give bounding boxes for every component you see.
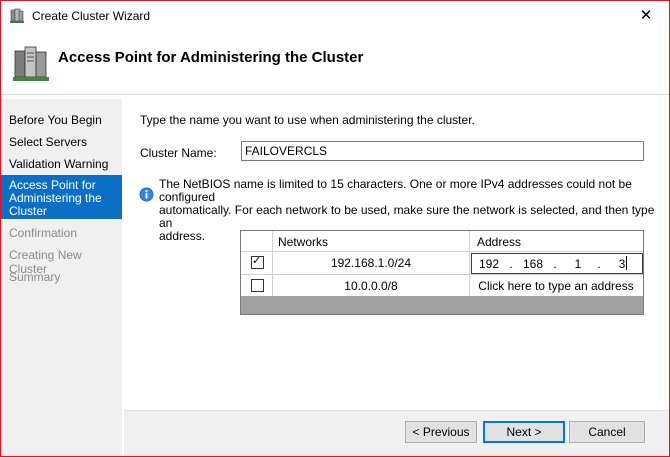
ip-separator: . (553, 257, 557, 271)
cluster-name-input[interactable] (241, 141, 644, 161)
ip-address-input[interactable]: 192 . 168 . 1 . 3 (471, 253, 643, 274)
table-row[interactable]: ✓ 192.168.1.0/24 192 . 168 . 1 . 3 (241, 252, 643, 275)
column-divider (469, 231, 470, 296)
previous-button[interactable]: < Previous (405, 421, 477, 443)
info-line: automatically. For each network to be us… (159, 203, 655, 230)
network-checkbox[interactable] (251, 279, 264, 292)
wizard-window: Create Cluster Wizard ✕ Access Point for… (0, 0, 670, 457)
address-placeholder[interactable]: Click here to type an address (471, 279, 641, 293)
ip-separator: . (597, 257, 601, 271)
cluster-name-label: Cluster Name: (140, 146, 217, 160)
text-caret (626, 256, 627, 270)
close-icon: ✕ (639, 7, 653, 24)
ip-octet[interactable]: 192 (475, 257, 503, 271)
window-title: Create Cluster Wizard (32, 9, 151, 23)
title-bar: Create Cluster Wizard ✕ (1, 1, 669, 31)
info-icon (139, 187, 154, 202)
sidebar-item-confirmation: Confirmation (9, 226, 78, 240)
ip-octet[interactable]: 168 (519, 257, 547, 271)
networks-column-header[interactable]: Networks (278, 235, 328, 249)
wizard-footer: < Previous Next > Cancel (124, 410, 669, 456)
next-button[interactable]: Next > (483, 421, 565, 443)
sidebar-item-access-point[interactable]: Access Point for Administering the Clust… (1, 175, 122, 219)
page-title: Access Point for Administering the Clust… (58, 49, 364, 66)
sidebar-item-label: Access Point for Administering the Clust… (9, 178, 102, 218)
ip-octet[interactable]: 1 (564, 257, 592, 271)
sidebar-item-summary: Summary (9, 270, 61, 284)
cluster-app-icon (10, 8, 24, 23)
ip-octet[interactable]: 3 (608, 257, 636, 271)
table-header: Networks Address (241, 231, 643, 252)
close-button[interactable]: ✕ (623, 1, 669, 31)
address-column-header[interactable]: Address (477, 235, 521, 249)
network-checkbox[interactable]: ✓ (251, 255, 264, 269)
networks-table: Networks Address ✓ 192.168.1.0/24 192 . … (240, 230, 644, 315)
sidebar-item-select-servers[interactable]: Select Servers (1, 135, 122, 149)
info-line: The NetBIOS name is limited to 15 charac… (159, 177, 632, 204)
network-cell: 192.168.1.0/24 (330, 256, 412, 270)
wizard-steps-sidebar: Before You Begin Select Servers Validati… (1, 99, 122, 456)
instruction-text: Type the name you want to use when admin… (140, 113, 475, 127)
wizard-content: Type the name you want to use when admin… (124, 99, 669, 410)
sidebar-item-before-you-begin[interactable]: Before You Begin (1, 113, 122, 127)
cluster-servers-icon (13, 46, 49, 81)
table-empty-area (241, 296, 643, 314)
network-cell: 10.0.0.0/8 (344, 279, 398, 293)
ip-separator: . (509, 257, 513, 271)
cancel-button[interactable]: Cancel (569, 421, 645, 443)
column-divider (272, 231, 273, 296)
sidebar-item-validation-warning[interactable]: Validation Warning (1, 157, 122, 171)
wizard-header: Access Point for Administering the Clust… (1, 31, 669, 95)
check-icon: ✓ (252, 255, 262, 267)
table-row[interactable]: 10.0.0.0/8 Click here to type an address (241, 275, 643, 296)
